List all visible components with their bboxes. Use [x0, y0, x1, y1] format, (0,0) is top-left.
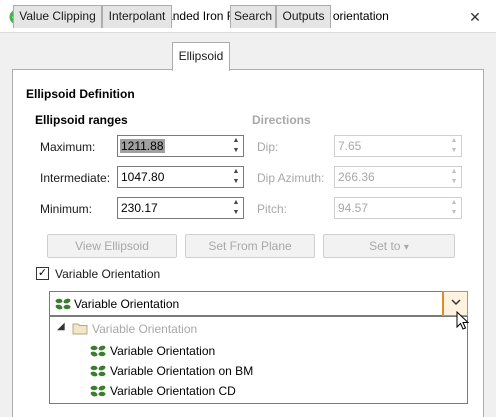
maximum-spinbox[interactable]: 1211.88 ▲ ▼ [117, 135, 244, 157]
minimum-label: Minimum: [40, 202, 93, 216]
tab-search[interactable]: Search [230, 5, 276, 28]
dip-azimuth-label: Dip Azimuth: [257, 171, 325, 185]
minimum-spin-arrows[interactable]: ▲ ▼ [229, 198, 243, 218]
pitch-spinbox: 94.57 ▲ ▼ [334, 197, 462, 219]
pitch-label: Pitch: [257, 202, 288, 216]
maximum-value: 1211.88 [120, 139, 165, 153]
view-ellipsoid-button[interactable]: View Ellipsoid [47, 234, 177, 258]
dip-value: 7.65 [338, 139, 362, 153]
folder-icon [72, 323, 88, 335]
ellipsoid-definition-heading: Ellipsoid Definition [26, 87, 135, 101]
tab-interpolant[interactable]: Interpolant [102, 5, 172, 28]
variable-orientation-icon [55, 298, 71, 310]
dropdown-option-label: Variable Orientation on BM [110, 364, 254, 378]
chevron-down-icon [451, 299, 461, 306]
intermediate-label: Intermediate: [40, 171, 111, 185]
intermediate-value: 1047.80 [121, 170, 165, 184]
variable-orientation-icon [90, 345, 106, 357]
tab-outputs[interactable]: Outputs [276, 5, 331, 28]
set-to-button[interactable]: Set to ▾ [323, 234, 455, 258]
set-to-label: Set to [369, 239, 401, 253]
maximum-spin-arrows[interactable]: ▲ ▼ [229, 136, 243, 156]
ellipsoid-ranges-heading: Ellipsoid ranges [35, 113, 128, 127]
minimum-spinbox[interactable]: 230.17 ▲ ▼ [117, 197, 244, 219]
selected-orientation-value: Variable Orientation [74, 297, 180, 311]
dip-label: Dip: [257, 140, 279, 154]
dropdown-option[interactable]: Variable Orientation on BM [86, 361, 466, 381]
tab-value-clipping[interactable]: Value Clipping [13, 5, 102, 28]
orientation-dropdown-list: ◢ Variable Orientation Variable Orientat… [49, 316, 468, 404]
dip-azimuth-value: 266.36 [338, 170, 375, 184]
variable-orientation-icon [90, 365, 106, 377]
dropdown-option[interactable]: Variable Orientation [86, 341, 466, 361]
minimum-value: 230.17 [121, 201, 158, 215]
dip-azimuth-spinbox: 266.36 ▲ ▼ [334, 166, 462, 188]
dip-spin-arrows: ▲ ▼ [450, 137, 458, 154]
set-from-plane-button[interactable]: Set From Plane [185, 234, 315, 258]
mouse-pointer-icon [456, 311, 470, 330]
dip-azimuth-spin-arrows: ▲ ▼ [450, 168, 458, 185]
close-icon[interactable]: ✕ [466, 8, 484, 26]
intermediate-spin-arrows[interactable]: ▲ ▼ [229, 167, 243, 187]
dropdown-folder-label: Variable Orientation [92, 322, 198, 336]
dropdown-option[interactable]: Variable Orientation CD [86, 381, 466, 401]
variable-orientation-checkbox[interactable]: ✓ [36, 267, 49, 280]
tree-expand-icon[interactable]: ◢ [57, 321, 65, 332]
pitch-spin-arrows: ▲ ▼ [450, 199, 458, 216]
set-to-dropdown-icon: ▾ [403, 242, 409, 253]
pitch-value: 94.57 [338, 201, 369, 215]
directions-heading: Directions [252, 113, 311, 127]
maximum-label: Maximum: [40, 140, 96, 154]
variable-orientation-select[interactable]: Variable Orientation [49, 291, 468, 316]
dropdown-option-label: Variable Orientation [110, 344, 216, 358]
variable-orientation-icon [90, 385, 106, 397]
variable-orientation-checkbox-label[interactable]: Variable Orientation [55, 267, 160, 281]
dip-spinbox: 7.65 ▲ ▼ [334, 135, 462, 157]
tab-ellipsoid[interactable]: Ellipsoid [172, 42, 230, 71]
intermediate-spinbox[interactable]: 1047.80 ▲ ▼ [117, 166, 244, 188]
dropdown-option-label: Variable Orientation CD [110, 384, 236, 398]
